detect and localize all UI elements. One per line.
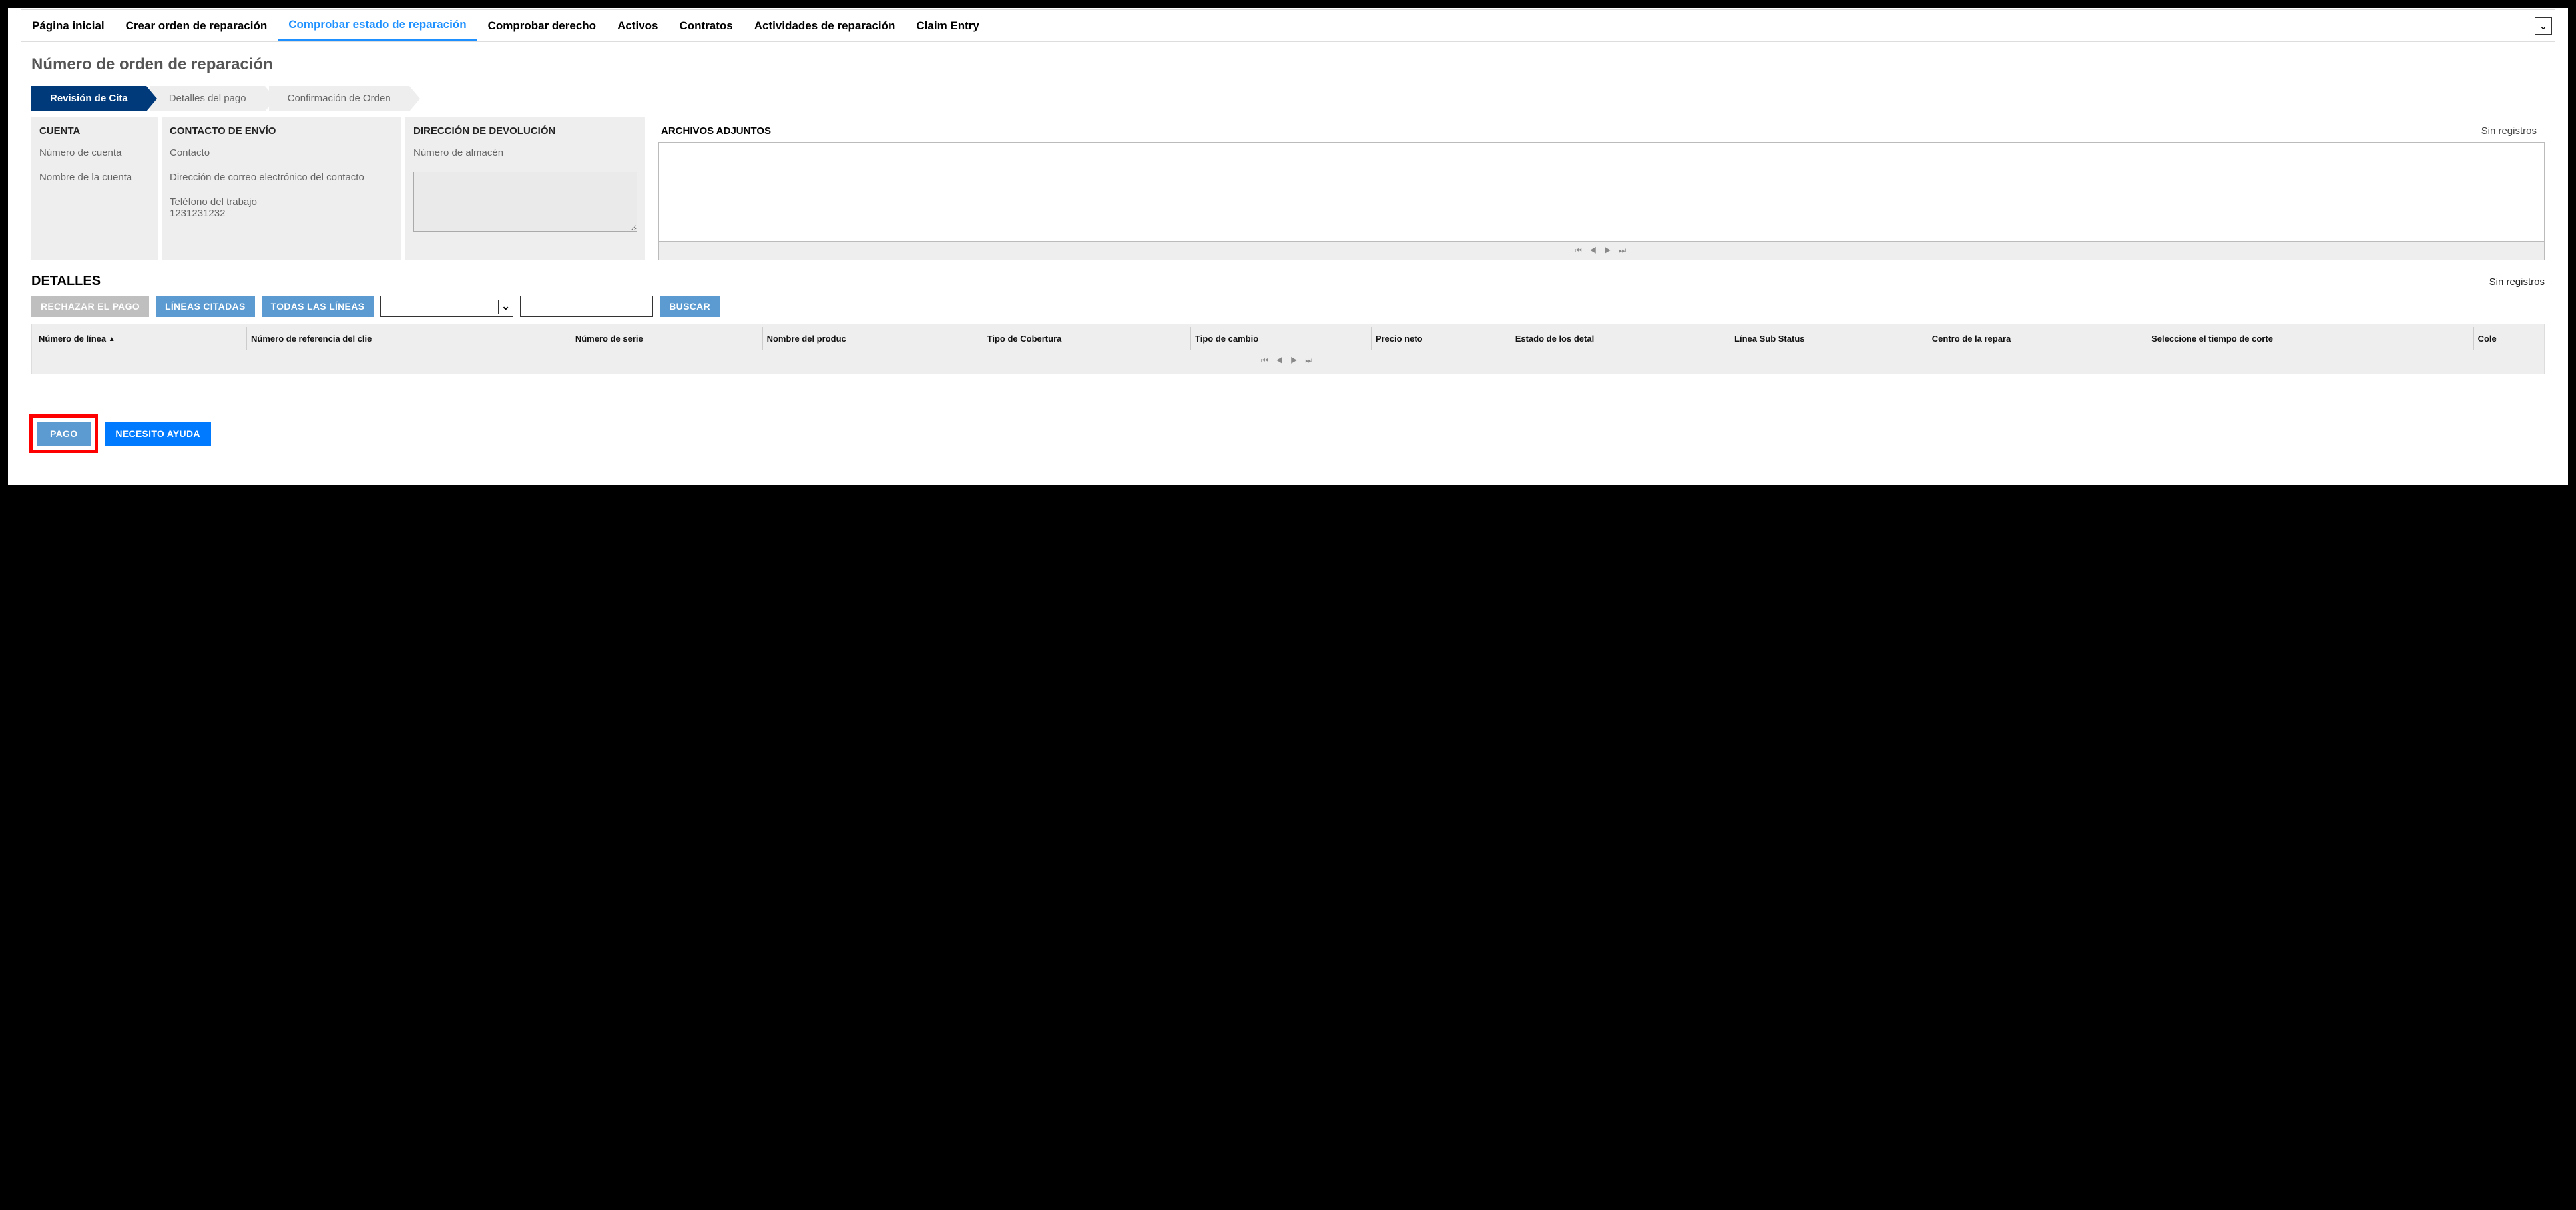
col-numero-serie[interactable]: Número de serie bbox=[571, 327, 762, 350]
nav-pagina-inicial[interactable]: Página inicial bbox=[21, 11, 115, 41]
top-nav: Página inicial Crear orden de reparación… bbox=[21, 9, 2555, 42]
direccion-almacen-label: Número de almacén bbox=[413, 147, 637, 158]
archivos-header: ARCHIVOS ADJUNTOS bbox=[661, 125, 771, 137]
panel-contacto: CONTACTO DE ENVÍO Contacto Dirección de … bbox=[162, 117, 401, 260]
archivos-list bbox=[658, 142, 2545, 242]
archivos-pager[interactable]: ⏮ ◀ ▶ ⏭ bbox=[658, 242, 2545, 260]
contacto-telefono-label: Teléfono del trabajo bbox=[170, 196, 393, 208]
lineas-citadas-button[interactable]: LÍNEAS CITADAS bbox=[156, 296, 255, 317]
panel-cuenta: CUENTA Número de cuenta Nombre de la cue… bbox=[31, 117, 158, 260]
col-precio-neto[interactable]: Precio neto bbox=[1371, 327, 1511, 350]
col-numero-linea[interactable]: Número de línea ▲ bbox=[35, 327, 247, 350]
nav-comprobar-estado[interactable]: Comprobar estado de reparación bbox=[278, 10, 477, 41]
table-header-row: Número de línea ▲ Número de referencia d… bbox=[35, 327, 2541, 350]
detalles-header-row: DETALLES Sin registros bbox=[31, 274, 2545, 289]
panel-direccion: DIRECCIÓN DE DEVOLUCIÓN Número de almacé… bbox=[405, 117, 645, 260]
contacto-telefono: Teléfono del trabajo 1231231232 bbox=[170, 196, 393, 219]
nav-comprobar-derecho[interactable]: Comprobar derecho bbox=[477, 11, 607, 41]
panel-direccion-header: DIRECCIÓN DE DEVOLUCIÓN bbox=[405, 117, 645, 142]
nav-activos[interactable]: Activos bbox=[607, 11, 668, 41]
filter-select[interactable]: ⌄ bbox=[380, 296, 513, 317]
nav-claim-entry[interactable]: Claim Entry bbox=[905, 11, 989, 41]
necesito-ayuda-button[interactable]: NECESITO AYUDA bbox=[105, 422, 210, 446]
col-tiempo-corte[interactable]: Seleccione el tiempo de corte bbox=[2147, 327, 2473, 350]
detalles-title: DETALLES bbox=[31, 274, 101, 289]
progress-steps: Revisión de Cita Detalles del pago Confi… bbox=[31, 86, 2568, 111]
chevron-down-icon: ⌄ bbox=[2539, 19, 2547, 33]
nav-actividades[interactable]: Actividades de reparación bbox=[744, 11, 906, 41]
page-title: Número de orden de reparación bbox=[31, 55, 2568, 74]
col-numero-linea-label: Número de línea bbox=[39, 334, 106, 344]
col-centro-reparacion[interactable]: Centro de la repara bbox=[1928, 327, 2147, 350]
step-detalles-pago[interactable]: Detalles del pago bbox=[150, 86, 265, 111]
detalles-table: Número de línea ▲ Número de referencia d… bbox=[35, 327, 2541, 350]
bottom-buttons: PAGO NECESITO AYUDA bbox=[29, 414, 2568, 453]
pager-icons: ⏮ ◀ ▶ ⏭ bbox=[1575, 246, 1629, 255]
col-nombre-producto[interactable]: Nombre del produc bbox=[762, 327, 983, 350]
col-tipo-cobertura[interactable]: Tipo de Cobertura bbox=[983, 327, 1190, 350]
nav-contratos[interactable]: Contratos bbox=[668, 11, 743, 41]
buscar-button[interactable]: BUSCAR bbox=[660, 296, 720, 317]
panel-contacto-header: CONTACTO DE ENVÍO bbox=[162, 117, 401, 142]
detalles-table-wrap: Número de línea ▲ Número de referencia d… bbox=[31, 324, 2545, 374]
app-window: Página inicial Crear orden de reparación… bbox=[7, 7, 2569, 486]
select-divider bbox=[498, 300, 499, 314]
col-linea-sub-status[interactable]: Línea Sub Status bbox=[1730, 327, 1928, 350]
col-cole[interactable]: Cole bbox=[2473, 327, 2541, 350]
cuenta-nombre-label: Nombre de la cuenta bbox=[39, 172, 150, 183]
sort-asc-icon: ▲ bbox=[109, 336, 115, 343]
nav-crear-orden[interactable]: Crear orden de reparación bbox=[115, 11, 278, 41]
step-confirmacion-orden[interactable]: Confirmación de Orden bbox=[269, 86, 409, 111]
contacto-email-label: Dirección de correo electrónico del cont… bbox=[170, 172, 393, 183]
pago-button[interactable]: PAGO bbox=[37, 422, 91, 446]
col-referencia-cliente[interactable]: Número de referencia del clie bbox=[247, 327, 571, 350]
contacto-label: Contacto bbox=[170, 147, 393, 158]
todas-lineas-button[interactable]: TODAS LAS LÍNEAS bbox=[262, 296, 374, 317]
nav-overflow-dropdown[interactable]: ⌄ bbox=[2535, 17, 2552, 35]
contacto-telefono-value: 1231231232 bbox=[170, 208, 393, 219]
col-tipo-cambio[interactable]: Tipo de cambio bbox=[1191, 327, 1372, 350]
direccion-textarea[interactable] bbox=[413, 172, 637, 232]
chevron-down-icon: ⌄ bbox=[501, 300, 510, 313]
detalles-hint: Sin registros bbox=[2489, 276, 2545, 288]
pager-icons: ⏮ ◀ ▶ ⏭ bbox=[1261, 356, 1315, 365]
info-panels: CUENTA Número de cuenta Nombre de la cue… bbox=[31, 117, 2545, 260]
panel-cuenta-header: CUENTA bbox=[31, 117, 158, 142]
step-revision-cita[interactable]: Revisión de Cita bbox=[31, 86, 146, 111]
pago-highlight: PAGO bbox=[29, 414, 98, 453]
col-estado-detalles[interactable]: Estado de los detal bbox=[1511, 327, 1730, 350]
detalles-table-pager[interactable]: ⏮ ◀ ▶ ⏭ bbox=[35, 350, 2541, 371]
panel-archivos: ARCHIVOS ADJUNTOS Sin registros ⏮ ◀ ▶ ⏭ bbox=[658, 117, 2545, 260]
rechazar-pago-button[interactable]: RECHAZAR EL PAGO bbox=[31, 296, 149, 317]
archivos-hint: Sin registros bbox=[2481, 125, 2537, 137]
cuenta-numero-label: Número de cuenta bbox=[39, 147, 150, 158]
filter-input[interactable] bbox=[520, 296, 653, 317]
filter-row: RECHAZAR EL PAGO LÍNEAS CITADAS TODAS LA… bbox=[31, 296, 2545, 317]
